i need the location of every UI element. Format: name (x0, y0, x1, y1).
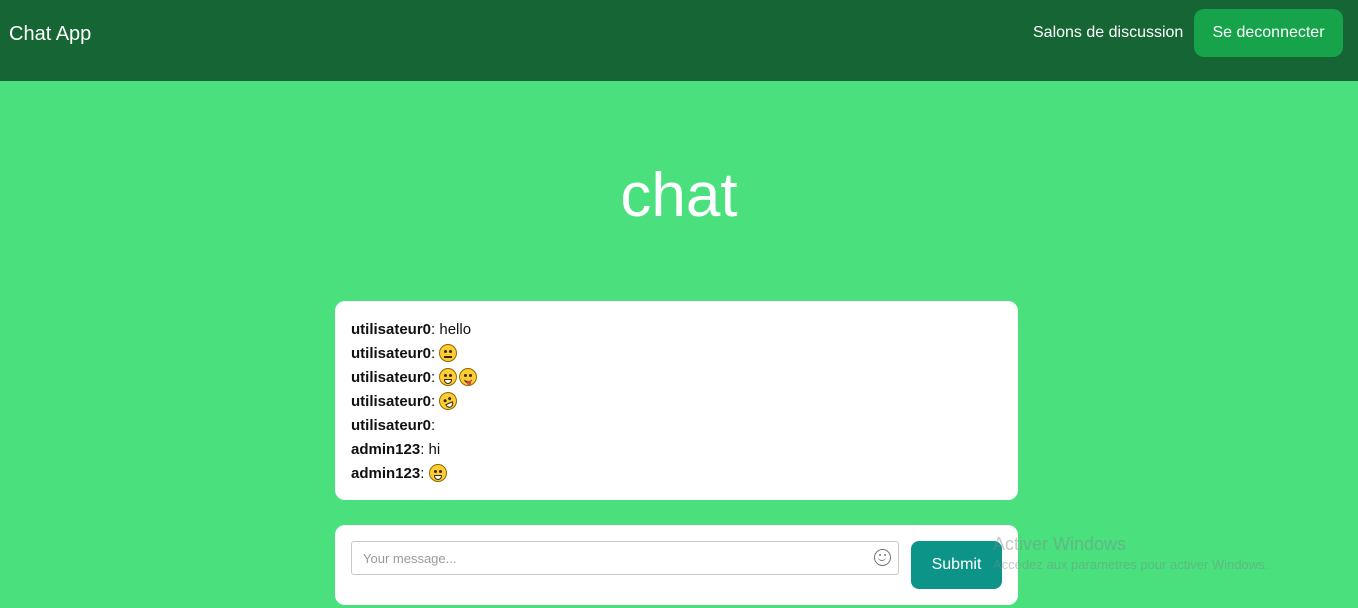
message-author: utilisateur0 (351, 321, 432, 338)
message-author: admin123 (351, 465, 421, 482)
message-composer: Submit (335, 525, 1018, 605)
message-item: utilisateur0: (351, 389, 1002, 414)
page-title: chat (620, 161, 738, 230)
message-separator: : (431, 369, 440, 386)
message-separator: : (420, 465, 429, 482)
rofl-face-icon (436, 389, 461, 413)
message-input[interactable] (351, 541, 899, 575)
message-author: utilisateur0 (351, 417, 432, 434)
message-author: utilisateur0 (351, 345, 432, 362)
message-item: utilisateur0: (351, 366, 1002, 390)
navbar: Chat App Salons de discussion Se deconne… (0, 0, 1358, 81)
winking-tongue-face-icon (459, 368, 478, 386)
message-text: hi (428, 441, 441, 458)
message-item: utilisateur0: hello (351, 318, 1002, 342)
message-text: hello (439, 321, 472, 338)
message-item: admin123: hi (351, 438, 1002, 462)
message-separator: : (431, 417, 436, 434)
windows-activation-watermark: Activer Windows Accédez aux paramètres p… (993, 533, 1268, 574)
message-separator: : (420, 441, 429, 458)
unamused-face-icon (439, 344, 458, 362)
watermark-subtitle: Accédez aux paramètres pour activer Wind… (993, 557, 1269, 572)
watermark-title: Activer Windows (993, 534, 1127, 554)
grimacing-face-icon (428, 464, 447, 482)
message-item: utilisateur0: (351, 414, 1002, 438)
logout-button[interactable]: Se deconnecter (1194, 9, 1343, 57)
message-author: utilisateur0 (351, 393, 432, 410)
grinning-face-icon (439, 368, 458, 386)
message-item: admin123: (351, 462, 1002, 486)
messages-list: utilisateur0: hello utilisateur0: utilis… (335, 301, 1018, 500)
message-item: utilisateur0: (351, 342, 1002, 366)
message-author: admin123 (351, 441, 421, 458)
message-separator: : (431, 345, 440, 362)
message-author: utilisateur0 (351, 369, 432, 386)
app-brand[interactable]: Chat App (9, 22, 91, 46)
smiley-icon[interactable] (874, 549, 891, 566)
submit-button[interactable]: Submit (911, 541, 1002, 589)
rooms-link[interactable]: Salons de discussion (1033, 23, 1183, 43)
